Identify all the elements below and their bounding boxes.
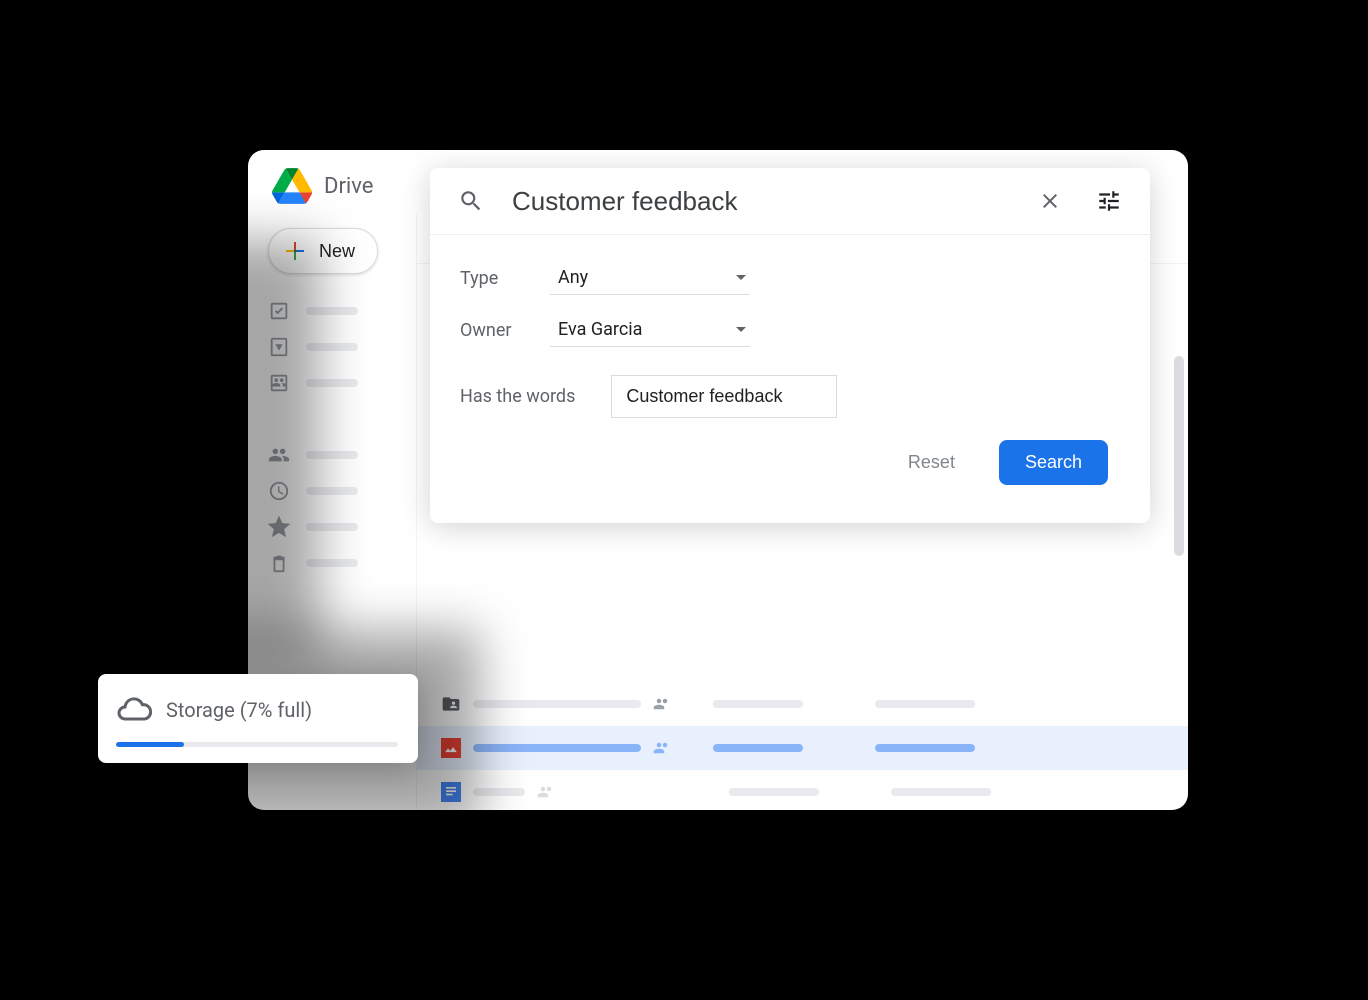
results-list [417, 682, 1188, 810]
filter-type-value: Any [558, 267, 588, 288]
shared-indicator-icon [653, 739, 671, 757]
file-row[interactable] [417, 682, 1188, 726]
filter-row-words: Has the words [460, 375, 1120, 418]
filter-words-input[interactable] [611, 375, 837, 418]
storage-progress [116, 742, 398, 747]
file-row[interactable] [417, 770, 1188, 810]
reset-button[interactable]: Reset [892, 442, 971, 483]
chevron-down-icon [736, 327, 746, 332]
file-col-placeholder [875, 744, 975, 752]
file-col-placeholder [875, 700, 975, 708]
file-name-placeholder [473, 700, 641, 708]
search-bar [430, 168, 1150, 235]
storage-progress-fill [116, 742, 184, 747]
shared-indicator-icon [653, 695, 671, 713]
file-col-placeholder [713, 700, 803, 708]
storage-label: Storage (7% full) [166, 698, 312, 722]
filter-owner-label: Owner [460, 320, 550, 341]
storage-card[interactable]: Storage (7% full) [98, 674, 418, 763]
file-name-placeholder [473, 788, 525, 796]
shared-indicator-icon [537, 783, 555, 801]
clear-search-button[interactable] [1032, 183, 1068, 219]
app-title: Drive [324, 174, 373, 199]
search-button[interactable]: Search [999, 440, 1108, 485]
storage-header: Storage (7% full) [116, 692, 398, 728]
file-row-selected[interactable] [417, 726, 1188, 770]
filter-actions: Reset Search [460, 440, 1120, 503]
filter-owner-select[interactable]: Eva Garcia [550, 313, 750, 347]
filter-owner-value: Eva Garcia [558, 319, 642, 340]
file-col-placeholder [729, 788, 819, 796]
file-name-placeholder [473, 744, 641, 752]
search-panel: Type Any Owner Eva Garcia Has the words … [430, 168, 1150, 523]
filter-row-owner: Owner Eva Garcia [460, 313, 1120, 347]
search-submit-icon[interactable] [452, 182, 490, 220]
drive-logo-icon [272, 168, 312, 204]
scrollbar[interactable] [1174, 356, 1184, 556]
search-filters: Type Any Owner Eva Garcia Has the words … [430, 235, 1150, 523]
cloud-icon [116, 692, 152, 728]
filter-words-label: Has the words [460, 386, 575, 407]
filter-row-type: Type Any [460, 261, 1120, 295]
filter-type-label: Type [460, 268, 550, 289]
search-input[interactable] [512, 186, 1010, 217]
chevron-down-icon [736, 275, 746, 280]
filter-type-select[interactable]: Any [550, 261, 750, 295]
file-col-placeholder [891, 788, 991, 796]
search-options-button[interactable] [1090, 182, 1128, 220]
new-button-label: New [319, 241, 355, 262]
file-col-placeholder [713, 744, 803, 752]
